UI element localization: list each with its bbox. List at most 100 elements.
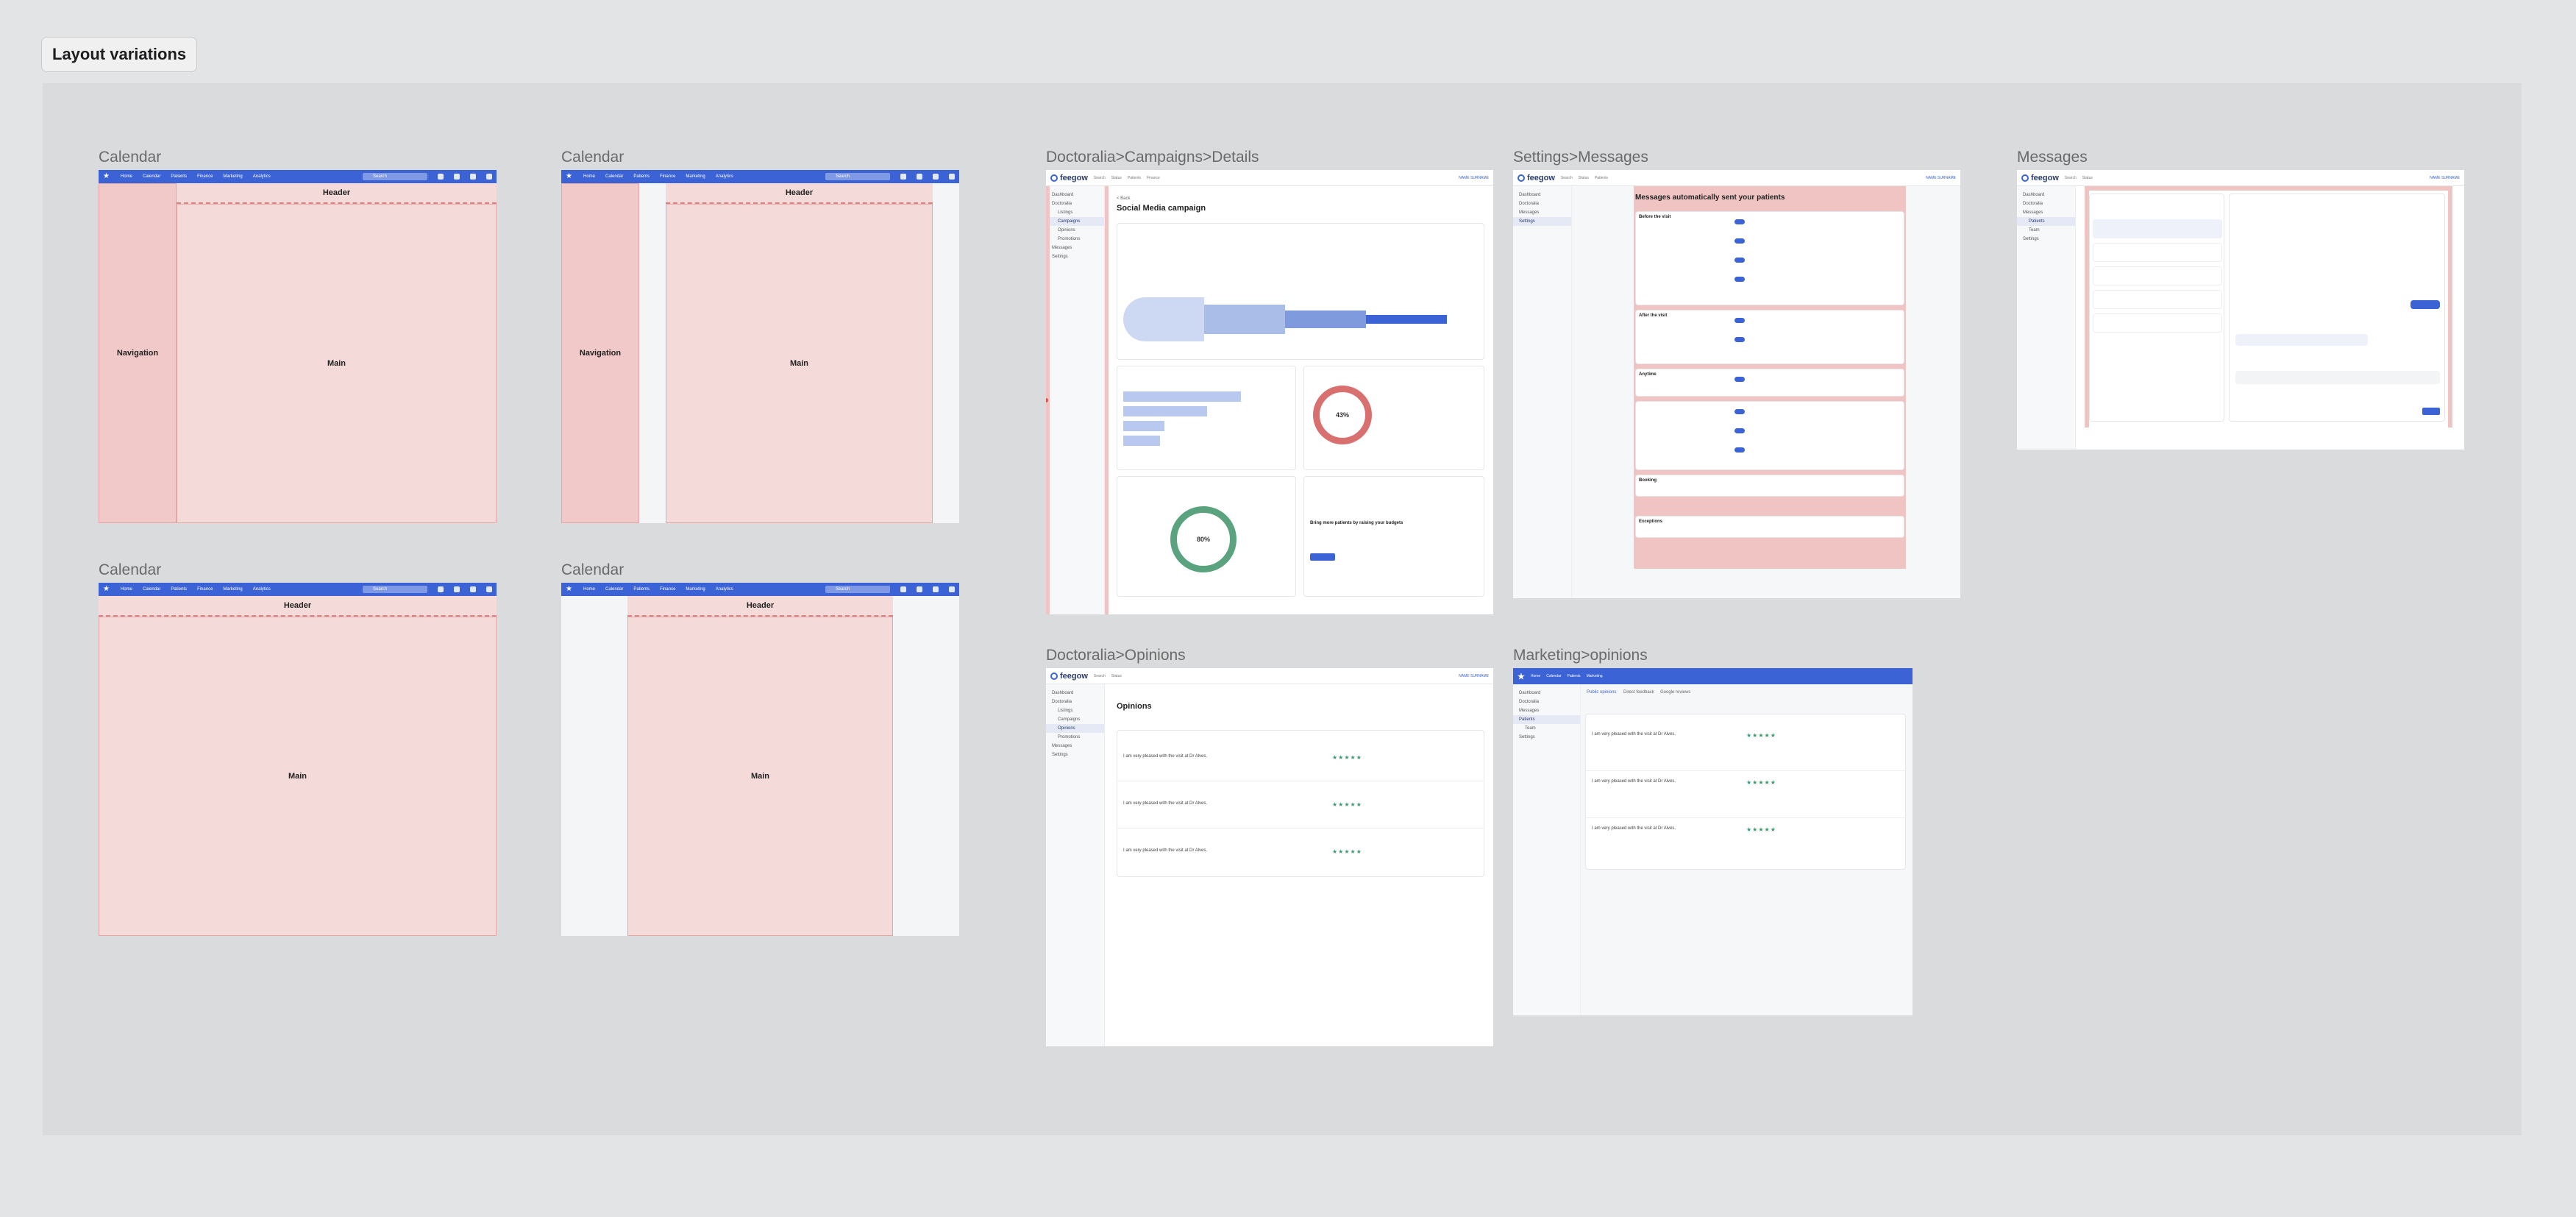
nav-item[interactable]: Calendar — [605, 587, 623, 592]
sidebar-item-campaigns[interactable]: Campaigns — [1046, 217, 1104, 226]
toggle-switch[interactable] — [1734, 428, 1745, 433]
menu-item[interactable]: Search — [1561, 176, 1573, 180]
nav-item[interactable]: Patients — [633, 587, 650, 592]
sidebar-item-settings[interactable]: Settings — [1046, 252, 1104, 261]
messages-frame[interactable]: feegow Search Status NAME SURNAME Dashbo… — [2017, 170, 2464, 450]
toggle-switch[interactable] — [1734, 447, 1745, 453]
menu-item[interactable]: Patients — [1128, 176, 1141, 180]
avatar[interactable] — [949, 586, 955, 592]
nav-item[interactable]: Finance — [660, 587, 675, 592]
nav-item[interactable]: Finance — [197, 587, 213, 592]
menu-item[interactable]: Search — [1094, 674, 1106, 678]
nav-item[interactable]: Patients — [633, 174, 650, 179]
sidebar-item-dashboard[interactable]: Dashboard — [1046, 191, 1104, 199]
marketing-opinions-frame[interactable]: ★ Home Calendar Patients Marketing Dashb… — [1513, 668, 1913, 1015]
settings-messages-frame[interactable]: feegow Search Status Patients NAME SURNA… — [1513, 170, 1960, 598]
brand-logo[interactable]: feegow — [2021, 174, 2059, 182]
sidebar-item-opinions[interactable]: Opinions — [1046, 724, 1104, 733]
search-input[interactable]: Search — [825, 586, 890, 593]
menu-item[interactable]: Status — [1579, 176, 1589, 180]
help-icon[interactable] — [917, 174, 922, 180]
avatar[interactable] — [486, 586, 492, 592]
sidebar-item-promotions[interactable]: Promotions — [1046, 733, 1104, 742]
nav-item[interactable]: Analytics — [716, 587, 733, 592]
sidebar-item-doctoralia[interactable]: Doctoralia — [2017, 199, 2075, 208]
frame-label-marketing-opinions[interactable]: Marketing>opinions — [1513, 647, 1648, 664]
brand-logo[interactable]: feegow — [1050, 672, 1088, 681]
sidebar-item-dashboard[interactable]: Dashboard — [1513, 689, 1580, 698]
calendar-frame-4[interactable]: ★ Home Calendar Patients Finance Marketi… — [561, 583, 959, 936]
nav-item[interactable]: Finance — [660, 174, 675, 179]
sidebar-item-doctoralia[interactable]: Doctoralia — [1046, 199, 1104, 208]
bell-icon[interactable] — [438, 586, 444, 592]
sidebar-item-messages[interactable]: Messages — [1046, 742, 1104, 751]
search-input[interactable]: Search — [363, 586, 427, 593]
nav-item[interactable]: Analytics — [253, 587, 271, 592]
page-badge[interactable]: Layout variations — [41, 37, 198, 72]
nav-item[interactable]: Patients — [171, 174, 187, 179]
search-input[interactable]: Search — [363, 173, 427, 180]
brand-logo[interactable]: feegow — [1050, 174, 1088, 182]
toggle-switch[interactable] — [1734, 377, 1745, 382]
frame-label-settings-messages[interactable]: Settings>Messages — [1513, 149, 1648, 166]
bell-icon[interactable] — [900, 174, 906, 180]
menu-item[interactable]: Marketing — [1587, 674, 1603, 678]
user-name[interactable]: NAME SURNAME — [1459, 674, 1489, 678]
menu-item[interactable]: Status — [1111, 176, 1122, 180]
menu-item[interactable]: Search — [1094, 176, 1106, 180]
frame-label-calendar-4[interactable]: Calendar — [561, 561, 624, 579]
chat-icon[interactable] — [933, 174, 939, 180]
sidebar-item-campaigns[interactable]: Campaigns — [1046, 715, 1104, 724]
nav-item[interactable]: Marketing — [223, 174, 242, 179]
frame-label-calendar-3[interactable]: Calendar — [99, 561, 161, 579]
bell-icon[interactable] — [438, 174, 444, 180]
sidebar-item-messages[interactable]: Messages — [1046, 244, 1104, 252]
sidebar-item-patients[interactable]: Patients — [1513, 715, 1580, 724]
message-input[interactable] — [2235, 371, 2440, 384]
menu-item[interactable]: Patients — [1568, 674, 1581, 678]
sidebar-item-team[interactable]: Team — [2017, 226, 2075, 235]
toggle-switch[interactable] — [1734, 238, 1745, 244]
nav-item[interactable]: Calendar — [143, 174, 160, 179]
nav-item[interactable]: Analytics — [716, 174, 733, 179]
toggle-switch[interactable] — [1734, 409, 1745, 414]
calendar-frame-2[interactable]: ★ Home Calendar Patients Finance Marketi… — [561, 170, 959, 523]
sidebar-item-dashboard[interactable]: Dashboard — [1513, 191, 1571, 199]
conversation-item[interactable] — [2093, 290, 2222, 309]
sidebar-item-dashboard[interactable]: Dashboard — [2017, 191, 2075, 199]
sidebar-item-settings[interactable]: Settings — [2017, 235, 2075, 244]
sidebar-item-settings[interactable]: Settings — [1046, 751, 1104, 759]
conversation-item[interactable] — [2093, 219, 2222, 238]
nav-item[interactable]: Finance — [197, 174, 213, 179]
menu-item[interactable]: Status — [2082, 176, 2093, 180]
nav-item[interactable]: Marketing — [686, 587, 705, 592]
sidebar-item-doctoralia[interactable]: Doctoralia — [1513, 698, 1580, 706]
brand-logo[interactable]: feegow — [1518, 174, 1555, 182]
chat-icon[interactable] — [470, 586, 476, 592]
avatar[interactable] — [949, 174, 955, 180]
avatar[interactable] — [486, 174, 492, 180]
nav-item[interactable]: Calendar — [143, 587, 160, 592]
sidebar-item-settings[interactable]: Settings — [1513, 217, 1571, 226]
nav-item[interactable]: Marketing — [686, 174, 705, 179]
sidebar-item-doctoralia[interactable]: Doctoralia — [1046, 698, 1104, 706]
sidebar-item-promotions[interactable]: Promotions — [1046, 235, 1104, 244]
toggle-switch[interactable] — [1734, 318, 1745, 323]
nav-item[interactable]: Home — [121, 587, 132, 592]
conversation-item[interactable] — [2093, 266, 2222, 285]
frame-label-messages[interactable]: Messages — [2017, 149, 2088, 166]
sidebar-item-doctoralia[interactable]: Doctoralia — [1513, 199, 1571, 208]
help-icon[interactable] — [454, 174, 460, 180]
user-name[interactable]: NAME SURNAME — [1459, 176, 1489, 180]
primary-button[interactable] — [1310, 553, 1335, 561]
calendar-frame-1[interactable]: ★ Home Calendar Patients Finance Marketi… — [99, 170, 497, 523]
sidebar-item-listings[interactable]: Listings — [1046, 706, 1104, 715]
sidebar-item-messages[interactable]: Messages — [2017, 208, 2075, 217]
nav-item[interactable]: Home — [121, 174, 132, 179]
frame-label-calendar-1[interactable]: Calendar — [99, 149, 161, 166]
search-input[interactable]: Search — [825, 173, 890, 180]
sidebar-item-opinions[interactable]: Opinions — [1046, 226, 1104, 235]
tab-public-opinions[interactable]: Public opinions — [1587, 690, 1616, 695]
toggle-switch[interactable] — [1734, 337, 1745, 342]
nav-item[interactable]: Analytics — [253, 174, 271, 179]
